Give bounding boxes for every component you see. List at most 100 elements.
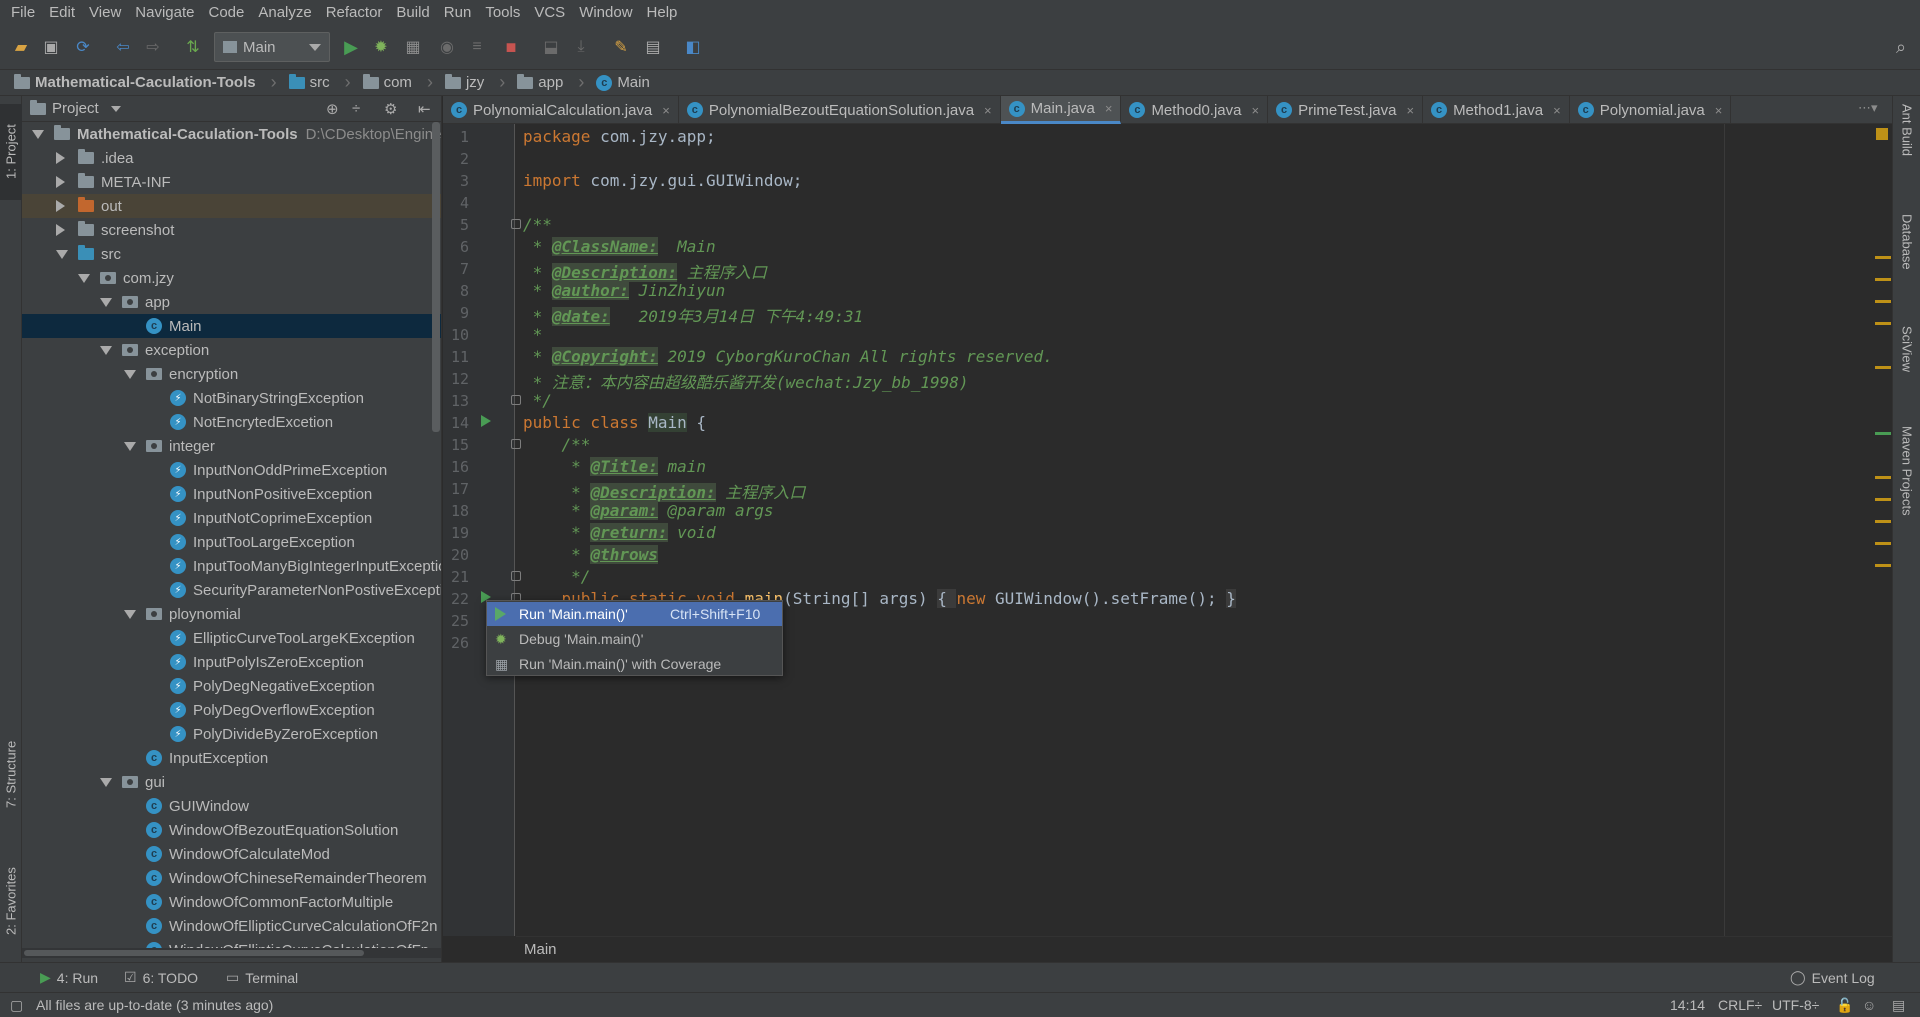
tree-item[interactable]: ⚡ InputNonPositiveException [22,482,441,506]
tree-item[interactable]: ⚡ NotEncrytedExcetion [22,410,441,434]
menu-refactor[interactable]: Refactor [319,0,390,26]
popup-debug-main[interactable]: ✹ Debug 'Main.main()' [487,627,782,651]
build-icon[interactable]: ⇅ [182,36,204,58]
line-separator[interactable]: CRLF÷ [1718,997,1762,1013]
close-icon[interactable]: × [1715,103,1723,118]
expand-right-icon[interactable] [56,200,65,212]
file-encoding[interactable]: UTF-8÷ [1772,997,1819,1013]
breadcrumb-com[interactable]: com [359,72,441,93]
tree-item[interactable]: c InputException [22,746,441,770]
editor-tab[interactable]: c Method0.java × [1121,96,1269,124]
inspection-status-icon[interactable] [1876,128,1888,140]
editor-footer-label[interactable]: Main [524,941,557,958]
attach-icon[interactable]: ⬓ [540,36,562,58]
fold-marker[interactable] [511,219,521,229]
menu-tools[interactable]: Tools [478,0,527,26]
target-icon[interactable]: ⊕ [326,100,339,118]
search-icon[interactable]: ⌕ [1890,36,1912,58]
lock-icon[interactable]: 🔓 [1836,997,1853,1014]
warning-marker[interactable] [1875,542,1891,545]
menu-vcs[interactable]: VCS [527,0,572,26]
tree-item[interactable]: ⚡ PolyDivideByZeroException [22,722,441,746]
breadcrumb-app[interactable]: app [513,72,592,93]
tree-item[interactable]: c Main [22,314,441,338]
tree-item[interactable]: Mathematical-Caculation-Tools D:\CDesktop… [22,122,441,146]
notifications-icon[interactable]: ▤ [1892,997,1905,1014]
tree-item[interactable]: ⚡ InputNonOddPrimeException [22,458,441,482]
warning-marker[interactable] [1875,476,1891,479]
fold-marker[interactable] [511,571,521,581]
scrollbar-thumb[interactable] [24,950,364,956]
expand-down-icon[interactable] [78,273,90,283]
menu-window[interactable]: Window [572,0,639,26]
fold-marker[interactable] [511,439,521,449]
expand-down-icon[interactable] [124,441,136,451]
hector-icon[interactable]: ☺ [1862,997,1876,1013]
tree-item[interactable]: src [22,242,441,266]
tree-item[interactable]: ⚡ InputNotCoprimeException [22,506,441,530]
tree-item[interactable]: ⚡ InputPolyIsZeroException [22,650,441,674]
warning-marker[interactable] [1875,564,1891,567]
tree-item[interactable]: screenshot [22,218,441,242]
sdk-manager-icon[interactable]: ◧ [682,36,704,58]
todo-tool-button[interactable]: ☑ 6: TODO [124,969,198,986]
editor-tab[interactable]: c Method1.java × [1423,96,1570,124]
tree-item[interactable]: ⚡ SecurityParameterNonPostiveException [22,578,441,602]
tree-item[interactable]: exception [22,338,441,362]
menu-code[interactable]: Code [201,0,251,26]
editor-tab[interactable]: c PolynomialCalculation.java × [443,96,679,124]
tree-item[interactable]: ploynomial [22,602,441,626]
hide-icon[interactable]: ⇤ [418,100,431,118]
tab-ant-build[interactable]: Ant Build [1895,104,1919,194]
forward-icon[interactable]: ⇨ [142,36,164,58]
tab-sciview[interactable]: SciView [1895,326,1919,406]
concurrency-icon[interactable]: ≡ [466,36,488,58]
editor-tab[interactable]: c Polynomial.java × [1570,96,1732,124]
tab-database[interactable]: Database [1895,214,1919,294]
warning-marker[interactable] [1875,256,1891,259]
breadcrumb-project[interactable]: Mathematical-Caculation-Tools [10,72,285,93]
open-folder-icon[interactable]: ▰ [10,36,32,58]
tree-item[interactable]: app [22,290,441,314]
tree-item[interactable]: encryption [22,362,441,386]
expand-down-icon[interactable] [100,345,112,355]
chevron-down-icon[interactable] [110,105,121,112]
editor-tab[interactable]: c PrimeTest.java × [1268,96,1424,124]
warning-marker[interactable] [1875,498,1891,501]
project-scrollbar[interactable] [432,122,440,432]
tree-item[interactable]: out [22,194,441,218]
tree-item[interactable]: c WindowOfEllipticCurveCalculationOfF2n [22,914,441,938]
tab-favorites-tool[interactable]: 2: Favorites [0,846,22,956]
close-icon[interactable]: × [1105,101,1113,116]
collapse-icon[interactable]: ÷ [352,100,360,117]
tree-item[interactable]: ⚡ EllipticCurveTooLargeKException [22,626,441,650]
menu-navigate[interactable]: Navigate [128,0,201,26]
breadcrumb-jzy[interactable]: jzy [441,72,513,93]
close-icon[interactable]: × [1406,103,1414,118]
warning-marker[interactable] [1875,520,1891,523]
status-toggle-icon[interactable]: ▢ [10,997,23,1014]
code-editor[interactable] [516,124,1892,936]
warning-marker[interactable] [1875,366,1891,369]
event-log-button[interactable]: ◯ Event Log [1790,969,1875,986]
tree-item[interactable]: ⚡ PolyDegOverflowException [22,698,441,722]
tree-item[interactable]: .idea [22,146,441,170]
debug-icon[interactable]: ✹ [370,36,392,58]
project-view-selector[interactable]: Project [52,100,99,117]
tabs-overflow-menu[interactable]: ⋯▾ [1858,100,1878,116]
coverage-icon[interactable]: ▦ [402,36,424,58]
tree-item[interactable]: META-INF [22,170,441,194]
fold-marker[interactable] [511,395,521,405]
tree-item[interactable]: ⚡ InputTooLargeException [22,530,441,554]
stop-icon[interactable]: ■ [500,36,522,58]
tree-item[interactable]: c WindowOfChineseRemainderTheorem [22,866,441,890]
menu-help[interactable]: Help [640,0,685,26]
tree-item[interactable]: c GUIWindow [22,794,441,818]
expand-down-icon[interactable] [124,609,136,619]
expand-right-icon[interactable] [56,176,65,188]
profile-icon[interactable]: ◉ [436,36,458,58]
breadcrumb-src[interactable]: src [285,72,359,93]
settings-icon[interactable]: ✎ [610,36,632,58]
caret-position[interactable]: 14:14 [1670,997,1705,1013]
tab-project-tool[interactable]: 1: Project [0,104,22,200]
